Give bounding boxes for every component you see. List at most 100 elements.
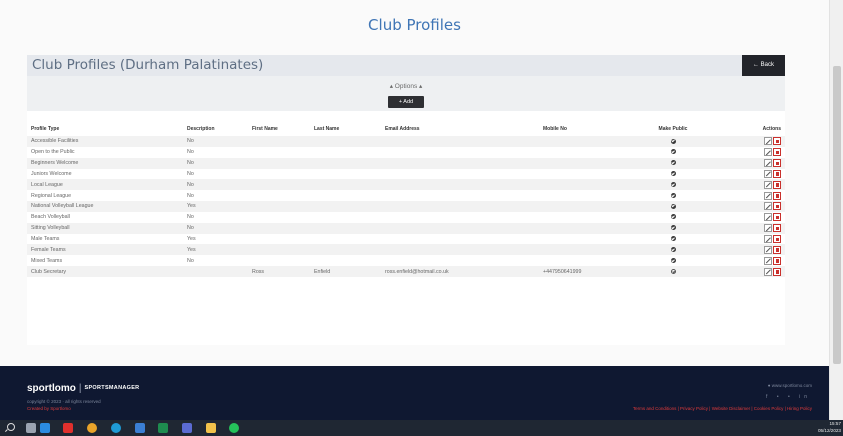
taskbar-excel-icon[interactable] — [158, 423, 168, 433]
delete-icon[interactable] — [773, 159, 781, 168]
profiles-table: Profile Type Description First Name Last… — [27, 122, 785, 277]
edit-icon[interactable] — [764, 235, 772, 244]
cell-first-name — [248, 255, 310, 267]
edit-icon[interactable] — [764, 213, 772, 222]
edit-icon[interactable] — [764, 169, 772, 178]
cell-email: ross.enfield@hotmail.co.uk — [381, 266, 539, 277]
cell-mobile — [539, 157, 641, 169]
scrollbar-thumb[interactable] — [833, 66, 841, 364]
delete-icon[interactable] — [773, 148, 781, 157]
clock-date: 05/12/2023 — [818, 427, 841, 433]
taskbar-explorer-icon[interactable] — [40, 423, 50, 433]
taskbar-teams-icon[interactable] — [182, 423, 192, 433]
cell-email — [381, 244, 539, 256]
cell-profile-type: Accessible Facilities — [27, 136, 183, 147]
edit-icon[interactable] — [764, 159, 772, 168]
make-public-check-icon[interactable] — [670, 214, 676, 220]
table-row: Male Teams Yes — [27, 233, 785, 245]
delete-icon[interactable] — [773, 224, 781, 233]
website-link[interactable]: ● www.sportlomo.com — [768, 383, 812, 388]
options-toggle[interactable]: ▴ Options ▴ — [27, 82, 785, 90]
delete-icon[interactable] — [773, 213, 781, 222]
header-description: Description — [187, 126, 215, 132]
edit-icon[interactable] — [764, 202, 772, 211]
cell-make-public — [641, 201, 705, 212]
cell-profile-type: Open to the Public — [27, 146, 183, 158]
edit-icon[interactable] — [764, 191, 772, 200]
make-public-check-icon[interactable] — [670, 149, 676, 155]
taskbar-outlook-icon[interactable] — [135, 423, 145, 433]
cell-email — [381, 146, 539, 158]
cell-actions — [705, 146, 785, 158]
social-links[interactable]: f • • in — [766, 394, 811, 400]
cell-make-public — [641, 255, 705, 267]
edit-icon[interactable] — [764, 245, 772, 254]
taskbar-files-icon[interactable] — [206, 423, 216, 433]
system-clock[interactable]: 15:57 05/12/2023 — [818, 421, 841, 434]
make-public-check-icon[interactable] — [670, 192, 676, 198]
delete-icon[interactable] — [773, 235, 781, 244]
header-actions: Actions — [762, 126, 781, 132]
cell-first-name — [248, 157, 310, 169]
make-public-check-icon[interactable] — [670, 225, 676, 231]
cell-profile-type: Beach Volleyball — [27, 211, 183, 223]
back-button[interactable]: ← Back — [742, 55, 785, 76]
make-public-check-icon[interactable] — [670, 268, 676, 274]
table-row: Regional League No — [27, 190, 785, 202]
taskbar-acrobat-icon[interactable] — [63, 423, 73, 433]
delete-icon[interactable] — [773, 202, 781, 211]
edit-icon[interactable] — [764, 148, 772, 157]
cell-make-public — [641, 146, 705, 158]
delete-icon[interactable] — [773, 180, 781, 189]
taskbar-task-view-icon[interactable] — [26, 423, 36, 433]
cell-last-name — [310, 136, 381, 147]
page: Club Profiles Club Profiles (Durham Pala… — [0, 0, 829, 420]
cell-make-public — [641, 190, 705, 202]
add-button[interactable]: + Add — [388, 96, 424, 108]
cell-first-name — [248, 179, 310, 191]
delete-icon[interactable] — [773, 245, 781, 254]
cell-mobile — [539, 146, 641, 158]
delete-icon[interactable] — [773, 169, 781, 178]
edit-icon[interactable] — [764, 224, 772, 233]
cell-last-name: Enfield — [310, 266, 381, 277]
brand-logo: sportlomo — [27, 383, 76, 394]
edit-icon[interactable] — [764, 267, 772, 276]
edit-icon[interactable] — [764, 256, 772, 265]
cell-first-name — [248, 168, 310, 180]
cell-mobile — [539, 222, 641, 234]
taskbar-whatsapp-icon[interactable] — [229, 423, 239, 433]
cell-email — [381, 255, 539, 267]
taskbar-edge-icon[interactable] — [111, 423, 121, 433]
header-email: Email Address — [385, 126, 420, 132]
make-public-check-icon[interactable] — [670, 236, 676, 242]
page-scrollbar[interactable] — [829, 0, 843, 420]
edit-icon[interactable] — [764, 180, 772, 189]
search-icon[interactable] — [7, 423, 15, 431]
created-by-link[interactable]: Created by Sportlomo — [27, 406, 71, 411]
make-public-check-icon[interactable] — [670, 138, 676, 144]
delete-icon[interactable] — [773, 256, 781, 265]
cell-email — [381, 136, 539, 147]
delete-icon[interactable] — [773, 191, 781, 200]
cell-email — [381, 157, 539, 169]
make-public-check-icon[interactable] — [670, 171, 676, 177]
legal-links[interactable]: Terms and Conditions | Privacy Policy | … — [633, 406, 812, 411]
make-public-check-icon[interactable] — [670, 160, 676, 166]
cell-mobile — [539, 136, 641, 147]
cell-profile-type: Sitting Volleyball — [27, 222, 183, 234]
cell-description: No — [183, 211, 248, 223]
card-header: Club Profiles (Durham Palatinates) ← Bac… — [27, 55, 785, 76]
make-public-check-icon[interactable] — [670, 203, 676, 209]
cell-make-public — [641, 244, 705, 256]
make-public-check-icon[interactable] — [670, 257, 676, 263]
cell-mobile — [539, 190, 641, 202]
delete-icon[interactable] — [773, 137, 781, 146]
cell-profile-type: Local League — [27, 179, 183, 191]
taskbar-chrome-icon[interactable] — [87, 423, 97, 433]
make-public-check-icon[interactable] — [670, 181, 676, 187]
delete-icon[interactable] — [773, 267, 781, 276]
make-public-check-icon[interactable] — [670, 246, 676, 252]
edit-icon[interactable] — [764, 137, 772, 146]
cell-last-name — [310, 255, 381, 267]
